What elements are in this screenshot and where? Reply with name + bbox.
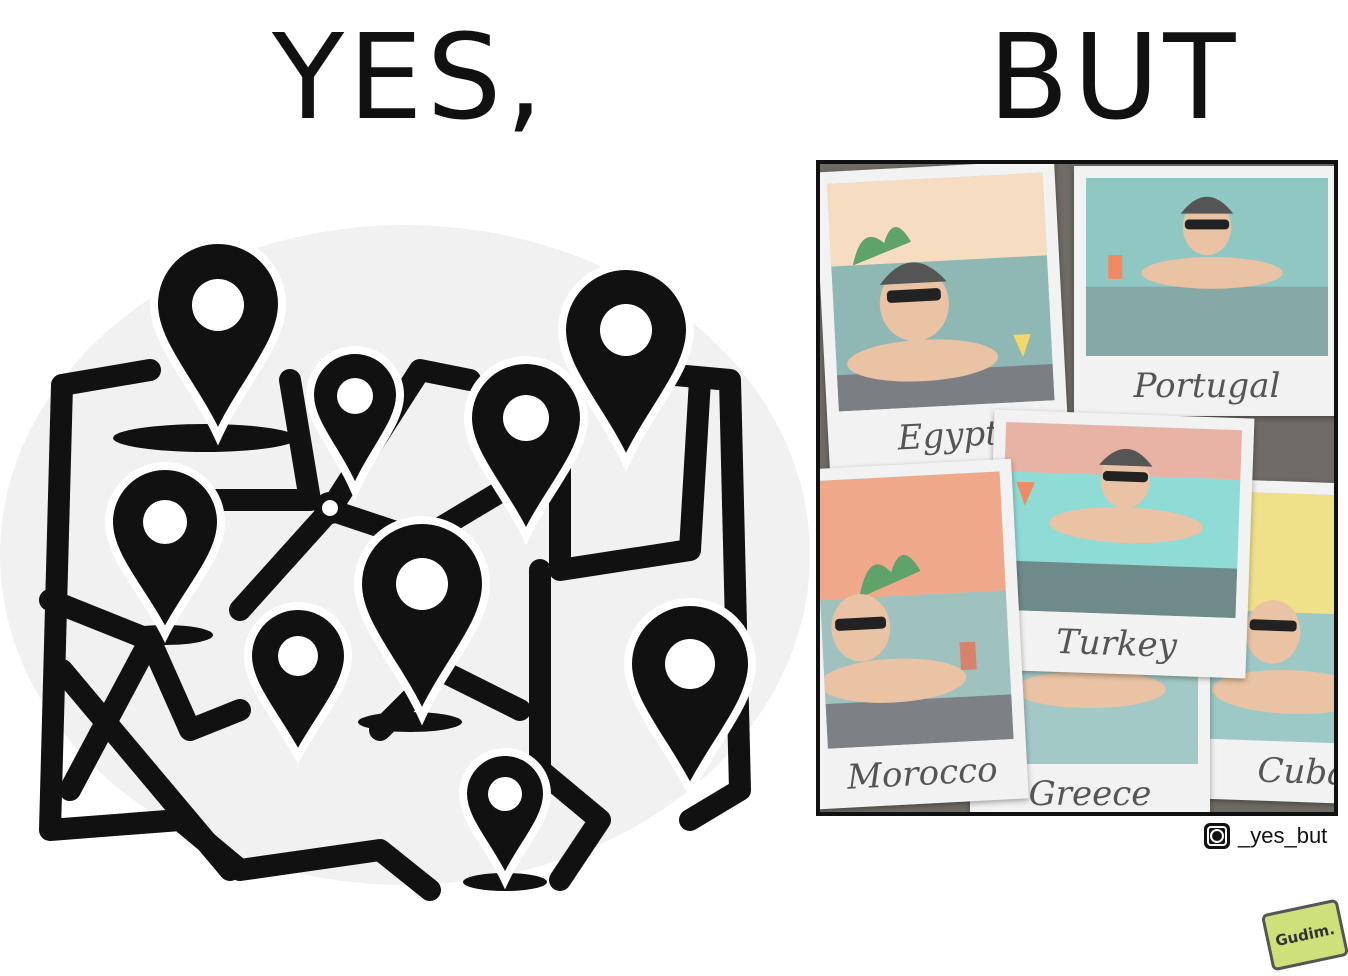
signature-text: Gudim. bbox=[1273, 919, 1337, 951]
photo-caption: Turkey bbox=[1055, 621, 1178, 667]
instagram-icon bbox=[1204, 823, 1230, 849]
photo-turkey: Turkey bbox=[985, 409, 1255, 679]
vacation-photo-collage: Egypt Portugal Cuba Greece Turkey Morocc… bbox=[816, 160, 1338, 816]
credit-handle: _yes_but bbox=[1204, 822, 1327, 850]
signature-logo: Gudim. bbox=[1260, 898, 1348, 972]
photo-caption: Morocco bbox=[846, 749, 999, 798]
pool-scene bbox=[826, 172, 1055, 412]
pool-scene bbox=[1086, 178, 1328, 356]
map-with-pins-illustration bbox=[0, 225, 810, 901]
but-heading: BUT bbox=[988, 8, 1240, 146]
photo-caption: Portugal bbox=[1133, 366, 1281, 406]
pool-scene bbox=[999, 421, 1243, 619]
photo-morocco: Morocco bbox=[820, 458, 1029, 810]
pool-scene bbox=[820, 471, 1014, 749]
yes-heading: YES, bbox=[272, 8, 548, 146]
photo-portugal: Portugal bbox=[1074, 166, 1334, 416]
handle-text: _yes_but bbox=[1238, 823, 1328, 848]
